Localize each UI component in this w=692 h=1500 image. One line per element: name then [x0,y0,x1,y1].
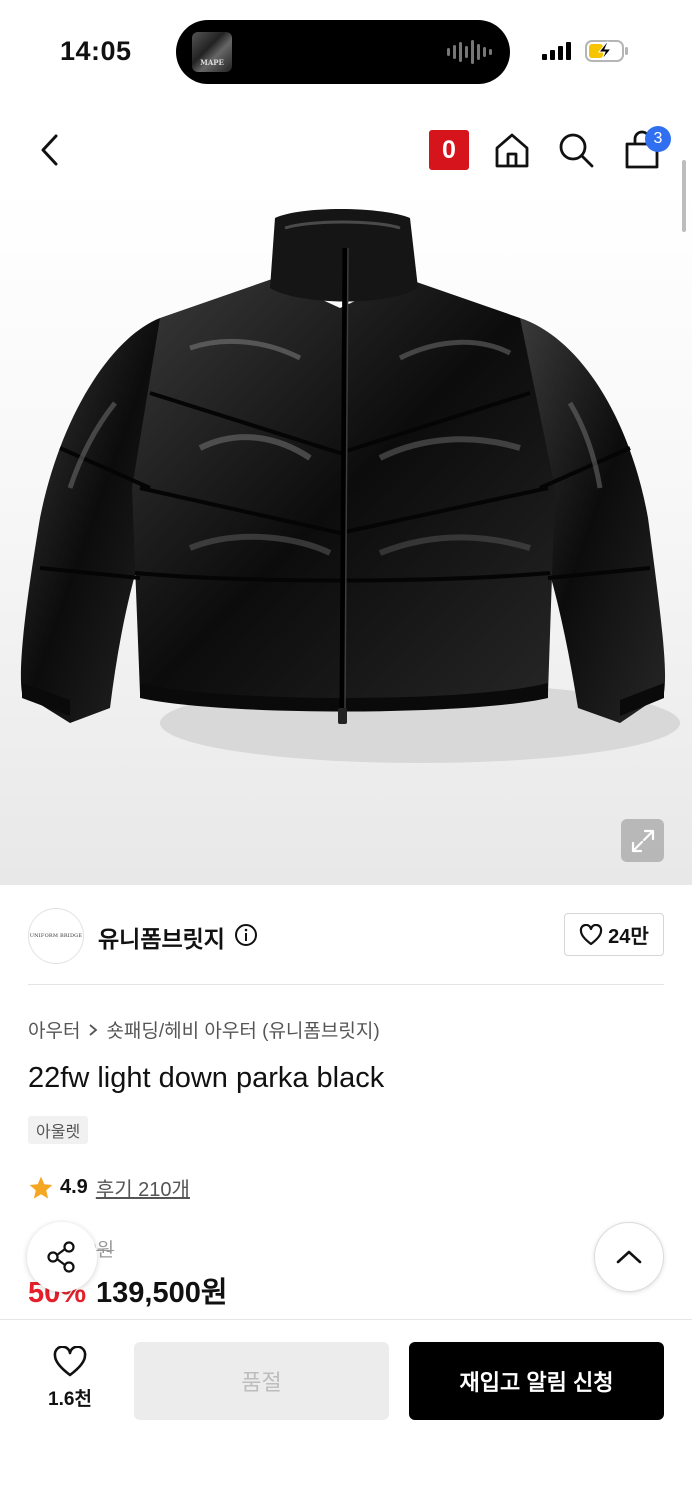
chevron-up-icon [616,1250,642,1264]
now-playing-artwork: MAPE [192,32,232,72]
chevron-left-icon [41,134,58,166]
search-button[interactable] [554,128,598,172]
divider [28,984,664,985]
breadcrumb: 아우터 숏패딩/헤비 아우터 (유니폼브릿지) [28,1016,380,1043]
brand-like-button[interactable]: 24만 [564,913,664,956]
audio-waveform-icon [447,40,492,64]
battery-charging-icon [585,40,628,62]
chevron-right-icon [89,1023,98,1036]
home-icon [495,133,529,168]
info-icon[interactable] [234,923,258,947]
sale-price: 139,500원 [96,1277,228,1309]
soldout-button[interactable]: 품절 [134,1342,389,1420]
scrollbar[interactable] [682,160,686,232]
heart-outline-icon [580,923,603,945]
dynamic-island[interactable]: MAPE [176,20,510,84]
rating-score: 4.9 [60,1176,88,1198]
restock-alert-button[interactable]: 재입고 알림 신청 [409,1342,664,1420]
zero-badge: 0 [429,130,469,170]
share-button[interactable] [27,1222,97,1292]
heart-outline-icon [53,1346,87,1377]
zero-badge-button[interactable]: 0 [429,128,469,172]
expand-icon [631,829,654,852]
breadcrumb-category[interactable]: 아우터 [28,1016,80,1043]
rating-row: 4.9 후기 210개 [28,1173,190,1202]
home-button[interactable] [490,128,534,172]
cart-button[interactable]: 3 [620,126,671,172]
brand-logo[interactable]: UNIFORM BRIDGE [28,908,84,964]
expand-image-button[interactable] [621,819,664,862]
share-icon [47,1241,75,1273]
jacket-illustration [20,209,680,763]
clock: 14:05 [60,36,132,66]
top-navigation: 0 3 [0,112,692,188]
brand-name[interactable]: 유니폼브릿지 [98,920,225,954]
status-bar: 14:05 MAPE [0,0,692,100]
artwork-text: MAPE [200,58,224,67]
brand-like-count: 24만 [608,926,649,948]
wishlist-button[interactable]: 1.6천 [28,1346,112,1411]
star-icon [29,1176,53,1199]
back-button[interactable] [30,128,70,172]
review-link[interactable]: 후기 210개 [96,1173,190,1202]
wishlist-count: 1.6천 [48,1389,92,1410]
product-image[interactable] [0,188,692,885]
cellular-signal-icon [542,42,571,60]
outlet-tag: 아울렛 [28,1116,89,1144]
scroll-to-top-button[interactable] [594,1222,664,1292]
product-title: 22fw light down parka black [28,1062,385,1094]
brand-logo-text: UNIFORM BRIDGE [29,933,83,939]
search-icon [559,133,594,168]
breadcrumb-subcategory[interactable]: 숏패딩/헤비 아우터 (유니폼브릿지) [106,1016,379,1043]
cart-count-badge: 3 [645,126,671,152]
bottom-action-bar: 1.6천 품절 재입고 알림 신청 [0,1319,692,1500]
